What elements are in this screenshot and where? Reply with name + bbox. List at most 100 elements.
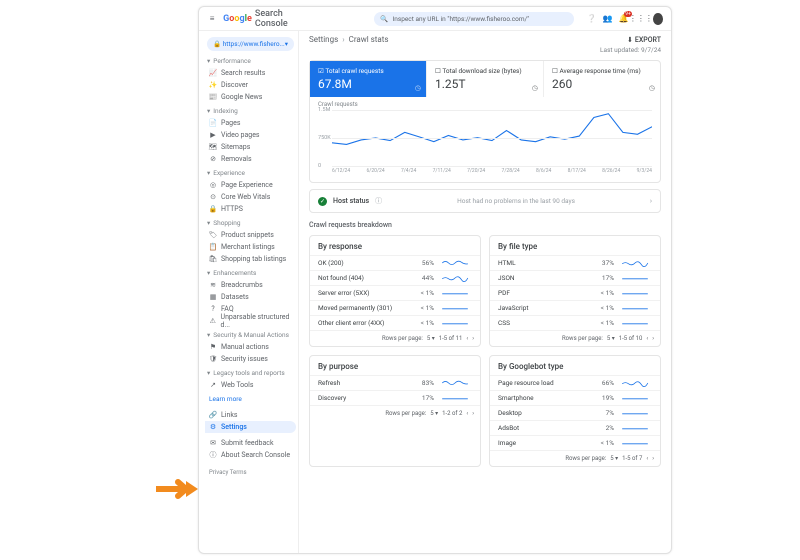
nav-item[interactable]: ✉Submit feedback — [205, 437, 296, 449]
breakdown-row[interactable]: Image< 1% — [490, 435, 660, 450]
breakdown-row[interactable]: Server error (5XX)< 1% — [310, 285, 480, 300]
breakdown-row[interactable]: Not found (404)44% — [310, 270, 480, 285]
breakdown-row[interactable]: JavaScript< 1% — [490, 300, 660, 315]
x-tick: 8/26/24 — [602, 168, 620, 174]
breakdown-row[interactable]: Smartphone19% — [490, 390, 660, 405]
rows-per-page[interactable]: 5 ▾ — [427, 335, 435, 342]
breakdown-row[interactable]: OK (200)56% — [310, 255, 480, 270]
next-page-icon[interactable]: › — [652, 335, 654, 342]
chevron-right-icon: › — [650, 197, 652, 205]
breakdown-row[interactable]: Refresh83% — [310, 375, 480, 390]
metric-card[interactable]: ☐ Average response time (ms)260◷ — [544, 61, 660, 97]
nav-label: Discover — [221, 81, 248, 89]
nav-item[interactable]: ▦Datasets — [205, 291, 296, 303]
nav-item[interactable]: ↗Web Tools — [205, 379, 296, 391]
row-pct: 17% — [592, 274, 614, 282]
breakdown-row[interactable]: HTML 37% — [490, 255, 660, 270]
last-updated: Last updated: 9/7/24 — [309, 46, 661, 54]
nav-item-settings[interactable]: ⚙Settings — [205, 421, 296, 433]
nav-section-label[interactable]: ▾Shopping — [207, 219, 298, 227]
nav-label: Video pages — [221, 131, 260, 139]
breadcrumb-settings[interactable]: Settings — [309, 35, 338, 44]
learn-more-link[interactable]: Learn more — [209, 395, 298, 403]
rows-per-page[interactable]: 5 ▾ — [607, 335, 615, 342]
nav-section-label[interactable]: ▾Security & Manual Actions — [207, 331, 298, 339]
nav-item[interactable]: ⓘAbout Search Console — [205, 449, 296, 461]
nav-item[interactable]: ▶ Video pages — [205, 129, 296, 141]
nav-item[interactable]: 📈Search results — [205, 67, 296, 79]
nav-item[interactable]: ⊙Core Web Vitals — [205, 191, 296, 203]
sparkline — [618, 379, 652, 387]
breakdown-row[interactable]: JSON17% — [490, 270, 660, 285]
chevron-down-icon: ▾ — [207, 269, 210, 277]
row-label: HTML — [498, 259, 588, 267]
help-icon[interactable]: ❔ — [586, 13, 596, 25]
breakdown-row[interactable]: Moved permanently (301)< 1% — [310, 300, 480, 315]
prev-page-icon[interactable]: ‹ — [466, 410, 468, 417]
apps-icon[interactable]: ⋮⋮⋮ — [635, 13, 647, 25]
nav-item[interactable]: 🛡Security issues — [205, 353, 296, 365]
panel-title: By file type — [490, 236, 660, 255]
next-page-icon[interactable]: › — [652, 455, 654, 462]
nav-item[interactable]: 📋Merchant listings — [205, 241, 296, 253]
google-logo: Google Search Console — [223, 9, 303, 29]
property-selector[interactable]: 🔒 https://www.fishero... ▾ — [207, 37, 294, 51]
nav-label: HTTPS — [221, 205, 243, 213]
next-page-icon[interactable]: › — [472, 335, 474, 342]
nav-item[interactable]: ◎Page Experience — [205, 179, 296, 191]
rows-per-page[interactable]: 5 ▾ — [610, 455, 618, 462]
next-page-icon[interactable]: › — [472, 410, 474, 417]
export-button[interactable]: ⬇ EXPORT — [627, 36, 661, 44]
nav-item[interactable]: 📰Google News — [205, 91, 296, 103]
nav-section-label[interactable]: ▾Enhancements — [207, 269, 298, 277]
breakdown-row[interactable]: Other client error (4XX)< 1% — [310, 315, 480, 330]
rows-per-page[interactable]: 5 ▾ — [430, 410, 438, 417]
row-label: CSS — [498, 319, 588, 327]
account-avatar[interactable] — [653, 13, 663, 25]
breakdown-row[interactable]: PDF< 1% — [490, 285, 660, 300]
row-pct: 37% — [592, 259, 614, 267]
nav-section-label[interactable]: ▾Indexing — [207, 107, 298, 115]
nav-item[interactable]: ⚑Manual actions — [205, 341, 296, 353]
nav-item[interactable]: ⊘Removals — [205, 153, 296, 165]
nav-item[interactable]: 🔒HTTPS — [205, 203, 296, 215]
prev-page-icon[interactable]: ‹ — [646, 335, 648, 342]
metric-card[interactable]: ☑ Total crawl requests67.8M◷ — [310, 61, 427, 97]
sparkline — [438, 394, 472, 402]
breakdown-row[interactable]: Desktop7% — [490, 405, 660, 420]
nav-item-links[interactable]: 🔗Links — [205, 409, 296, 421]
legal-links[interactable]: Privacy Terms — [205, 467, 298, 478]
nav-item[interactable]: 📄Pages — [205, 117, 296, 129]
row-pct: < 1% — [592, 319, 614, 327]
notifications-icon[interactable]: 🔔9+ — [619, 13, 629, 25]
nav-label: Manual actions — [221, 343, 269, 351]
prev-page-icon[interactable]: ‹ — [466, 335, 468, 342]
menu-icon[interactable]: ≡ — [207, 13, 217, 25]
people-icon[interactable]: 👥 — [603, 13, 613, 25]
nav-section-label[interactable]: ▾Performance — [207, 57, 298, 65]
prev-page-icon[interactable]: ‹ — [646, 455, 648, 462]
nav-item[interactable]: ✨Discover — [205, 79, 296, 91]
app-frame: ≡ Google Search Console 🔍 Inspect any UR… — [198, 6, 672, 554]
row-label: Desktop — [498, 409, 588, 417]
search-placeholder: Inspect any URL in "https://www.fisheroo… — [393, 15, 530, 23]
breakdown-row[interactable]: Discovery17% — [310, 390, 480, 405]
nav-item[interactable]: ⚠Unparsable structured d... — [205, 315, 296, 327]
breadcrumb: Settings › Crawl stats — [309, 35, 389, 44]
nav-section-label[interactable]: ▾Legacy tools and reports — [207, 369, 298, 377]
breakdown-row[interactable]: AdsBot2% — [490, 420, 660, 435]
host-status-card[interactable]: ✓ Host status ⓘ Host had no problems in … — [309, 189, 661, 213]
nav-item[interactable]: ≋Breadcrumbs — [205, 279, 296, 291]
nav-item[interactable]: 🛍Shopping tab listings — [205, 253, 296, 265]
sparkline — [438, 259, 472, 267]
breakdown-row[interactable]: CSS < 1% — [490, 315, 660, 330]
nav-section-label[interactable]: ▾Experience — [207, 169, 298, 177]
nav-icon: ▶ — [209, 131, 217, 139]
chevron-down-icon: ▾ — [207, 107, 210, 115]
breakdown-row[interactable]: Page resource load66% — [490, 375, 660, 390]
url-inspect-search[interactable]: 🔍 Inspect any URL in "https://www.fisher… — [374, 12, 574, 26]
info-icon[interactable]: ⓘ — [375, 196, 382, 206]
metric-card[interactable]: ☐ Total download size (bytes)1.25T◷ — [427, 61, 544, 97]
nav-item[interactable]: 🏷Product snippets — [205, 229, 296, 241]
nav-item[interactable]: 🗺Sitemaps — [205, 141, 296, 153]
